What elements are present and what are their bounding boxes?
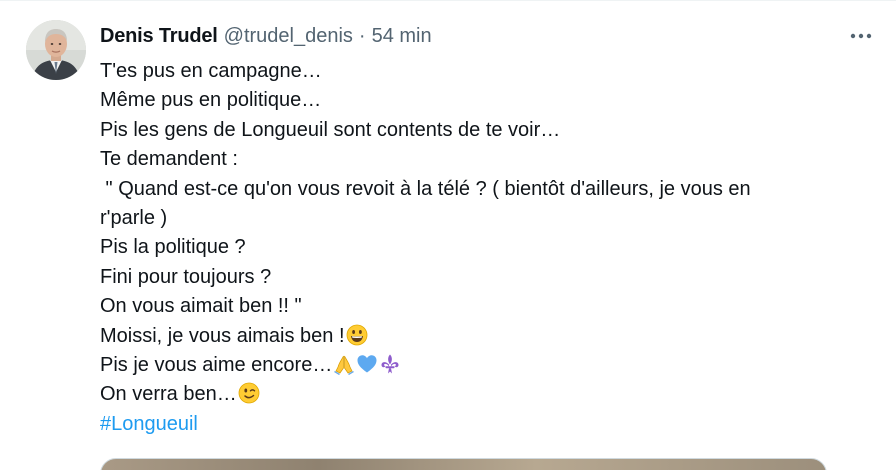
tweet-line: Moissi, je vous aimais ben !: [100, 322, 860, 351]
tweet-line: Pis je vous aime encore…: [100, 351, 860, 380]
fleur-de-lis-emoji: [381, 354, 399, 374]
tweet-line: On vous aimait ben !! ": [100, 295, 302, 318]
hashtag-link[interactable]: #Longueuil: [100, 413, 198, 435]
avatar[interactable]: [26, 20, 86, 80]
tweet-line: Même pus en politique…: [100, 89, 322, 112]
more-horizontal-icon: [850, 33, 872, 39]
tweet-header: Denis Trudel @trudel_denis · 54 min: [100, 23, 432, 49]
author-handle[interactable]: @trudel_denis: [224, 25, 353, 48]
header-separator: ·: [358, 24, 366, 47]
folded-hands-emoji: [334, 355, 355, 375]
tweet-line: On verra ben…: [100, 380, 860, 409]
author-display-name[interactable]: Denis Trudel: [100, 25, 218, 48]
more-options-button[interactable]: [846, 24, 876, 48]
tweet-line: T'es pus en campagne…: [100, 60, 322, 82]
blue-heart-emoji: [357, 355, 377, 373]
winking-face-emoji: [238, 382, 260, 404]
avatar-photo: [26, 20, 86, 80]
tweet-text: T'es pus en campagne… Même pus en politi…: [100, 57, 860, 439]
tweet-line: Fini pour toujours ?: [100, 265, 272, 288]
tweet-line: #Longueuil: [100, 410, 860, 439]
tweet-line: Pis la politique ?: [100, 236, 246, 259]
tweet-timestamp[interactable]: 54 min: [372, 25, 432, 48]
tweet-line: r'parle ): [100, 206, 168, 229]
tweet-line: Te demandent :: [100, 148, 238, 171]
tweet-card[interactable]: Denis Trudel @trudel_denis · 54 min T'es…: [0, 0, 896, 470]
tweet-line: Pis les gens de Longueuil sont contents …: [100, 118, 561, 141]
media-preview[interactable]: [100, 458, 827, 470]
tweet-line: " Quand est-ce qu'on vous revoit à la té…: [100, 177, 751, 200]
grinning-face-emoji: [346, 324, 367, 345]
divider: [0, 0, 896, 1]
